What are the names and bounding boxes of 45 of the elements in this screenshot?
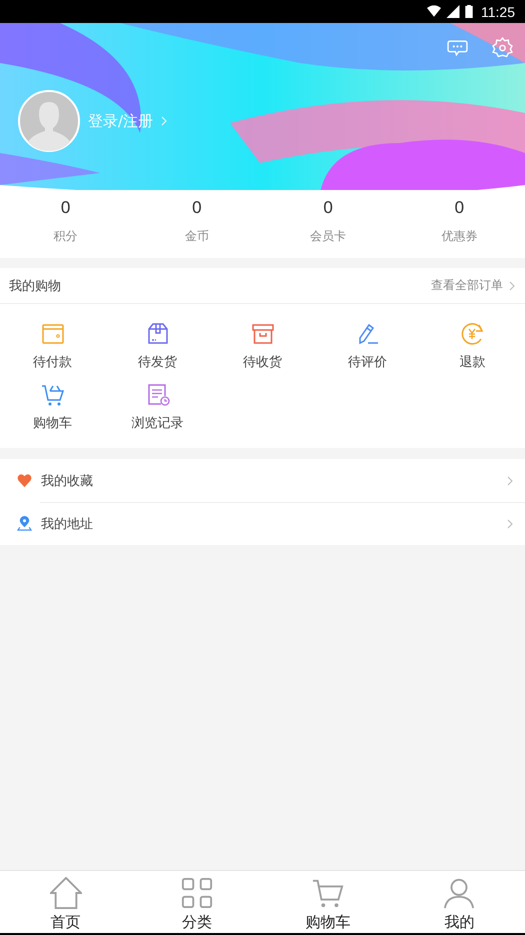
wifi-icon <box>427 5 441 18</box>
stat-label: 会员卡 <box>310 228 346 245</box>
menu-item[interactable]: 我的收藏 <box>41 472 507 490</box>
section-title: 我的购物 <box>9 278 62 294</box>
order-shortcut[interactable]: 购物车 <box>33 414 72 432</box>
tab[interactable]: 我的 <box>394 871 525 933</box>
home-icon <box>50 877 82 909</box>
order-shortcut[interactable]: 待付款 <box>33 353 72 371</box>
status-time: 11:25 <box>481 4 515 20</box>
chevron-right-icon <box>509 280 515 290</box>
stat-label: 积分 <box>54 228 78 245</box>
tab[interactable]: 购物车 <box>262 871 394 933</box>
chevron-right-icon <box>161 116 168 126</box>
stat-label: 优惠券 <box>441 228 478 245</box>
document-clock-icon[interactable] <box>146 383 170 407</box>
box-icon[interactable] <box>250 322 274 346</box>
chevron-right-icon <box>507 476 513 486</box>
stat-label: 金币 <box>184 228 209 245</box>
tab[interactable]: 分类 <box>131 871 262 933</box>
wallet-icon[interactable] <box>40 322 64 346</box>
location-pin-icon <box>17 516 32 531</box>
settings-icon[interactable] <box>492 37 513 58</box>
signal-icon <box>446 5 460 18</box>
package-icon[interactable] <box>146 322 170 346</box>
order-shortcut[interactable]: 浏览记录 <box>132 414 184 432</box>
order-shortcut[interactable]: 待评价 <box>348 353 387 371</box>
order-shortcut[interactable]: 退款 <box>460 353 486 371</box>
order-shortcut[interactable]: 待发货 <box>138 353 177 371</box>
heart-icon <box>17 473 32 488</box>
menu-item[interactable]: 我的地址 <box>41 514 507 532</box>
order-shortcut[interactable]: 待收货 <box>243 353 282 371</box>
tab[interactable]: 首页 <box>0 871 132 933</box>
avatar <box>18 90 80 152</box>
stat-value: 0 <box>323 198 333 218</box>
user-icon <box>443 877 476 909</box>
grid-icon <box>180 877 213 909</box>
battery-icon <box>465 5 473 18</box>
stat-value: 0 <box>454 198 464 218</box>
stat-value: 0 <box>60 198 70 218</box>
chevron-right-icon <box>507 518 513 528</box>
view-all-link[interactable]: 查看全部订单 <box>431 277 509 294</box>
cart-icon <box>312 877 344 909</box>
yen-refresh-icon[interactable] <box>460 322 484 346</box>
cart-icon[interactable] <box>40 383 64 407</box>
stat-value: 0 <box>192 198 202 218</box>
